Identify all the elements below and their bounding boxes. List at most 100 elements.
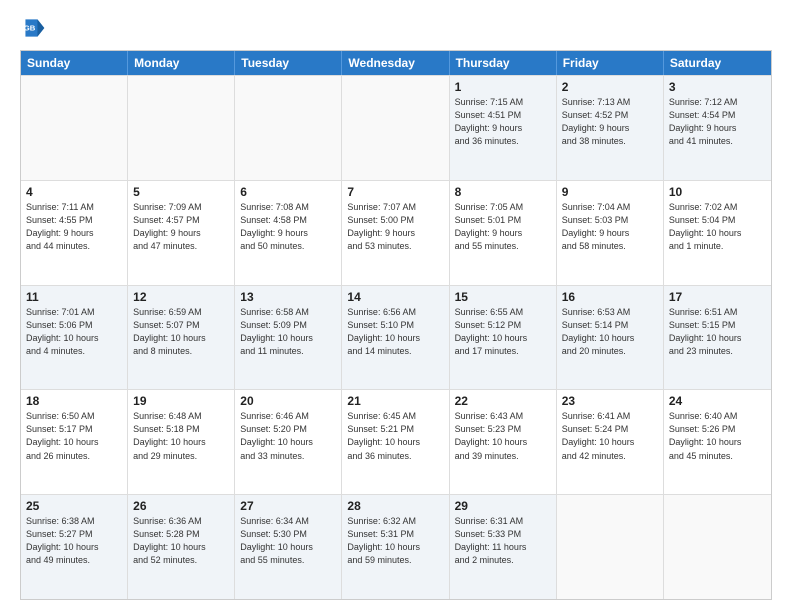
day-info: Sunrise: 6:58 AM Sunset: 5:09 PM Dayligh… [240,306,336,358]
calendar-header-cell: Friday [557,51,664,75]
calendar-cell: 13 Sunrise: 6:58 AM Sunset: 5:09 PM Dayli… [235,286,342,390]
day-number: 18 [26,394,122,408]
day-number: 24 [669,394,766,408]
day-number: 20 [240,394,336,408]
calendar-row: 25Sunrise: 6:38 AM Sunset: 5:27 PM Dayli… [21,494,771,599]
calendar-cell: 17 Sunrise: 6:51 AM Sunset: 5:15 PM Dayli… [664,286,771,390]
day-info: Sunrise: 6:46 AM Sunset: 5:20 PM Dayligh… [240,410,336,462]
calendar-cell [128,76,235,180]
calendar-cell: 25Sunrise: 6:38 AM Sunset: 5:27 PM Dayli… [21,495,128,599]
day-number: 23 [562,394,658,408]
day-info: Sunrise: 7:05 AM Sunset: 5:01 PM Dayligh… [455,201,551,253]
day-info: Sunrise: 6:55 AM Sunset: 5:12 PM Dayligh… [455,306,551,358]
calendar-header: SundayMondayTuesdayWednesdayThursdayFrid… [21,51,771,75]
calendar-cell: 21 Sunrise: 6:45 AM Sunset: 5:21 PM Dayli… [342,390,449,494]
day-info: Sunrise: 7:02 AM Sunset: 5:04 PM Dayligh… [669,201,766,253]
day-info: Sunrise: 7:09 AM Sunset: 4:57 PM Dayligh… [133,201,229,253]
calendar-cell: 14 Sunrise: 6:56 AM Sunset: 5:10 PM Dayli… [342,286,449,390]
day-number: 15 [455,290,551,304]
day-info: Sunrise: 6:43 AM Sunset: 5:23 PM Dayligh… [455,410,551,462]
day-info: Sunrise: 6:56 AM Sunset: 5:10 PM Dayligh… [347,306,443,358]
day-info: Sunrise: 6:59 AM Sunset: 5:07 PM Dayligh… [133,306,229,358]
day-number: 21 [347,394,443,408]
day-info: Sunrise: 6:51 AM Sunset: 5:15 PM Dayligh… [669,306,766,358]
day-info: Sunrise: 7:11 AM Sunset: 4:55 PM Dayligh… [26,201,122,253]
calendar-header-cell: Tuesday [235,51,342,75]
day-number: 17 [669,290,766,304]
day-info: Sunrise: 6:34 AM Sunset: 5:30 PM Dayligh… [240,515,336,567]
calendar-cell: 7 Sunrise: 7:07 AM Sunset: 5:00 PM Daylig… [342,181,449,285]
day-number: 4 [26,185,122,199]
calendar-cell: 2 Sunrise: 7:13 AM Sunset: 4:52 PM Daylig… [557,76,664,180]
calendar-cell: 5 Sunrise: 7:09 AM Sunset: 4:57 PM Daylig… [128,181,235,285]
calendar-row: 4 Sunrise: 7:11 AM Sunset: 4:55 PM Daylig… [21,180,771,285]
day-info: Sunrise: 6:48 AM Sunset: 5:18 PM Dayligh… [133,410,229,462]
day-number: 14 [347,290,443,304]
day-info: Sunrise: 6:32 AM Sunset: 5:31 PM Dayligh… [347,515,443,567]
calendar-header-cell: Monday [128,51,235,75]
day-number: 7 [347,185,443,199]
logo-icon: GB [20,16,48,40]
calendar-cell: 1 Sunrise: 7:15 AM Sunset: 4:51 PM Daylig… [450,76,557,180]
calendar-cell: 4 Sunrise: 7:11 AM Sunset: 4:55 PM Daylig… [21,181,128,285]
page-header: GB [20,16,772,40]
calendar-cell: 28 Sunrise: 6:32 AM Sunset: 5:31 PM Dayli… [342,495,449,599]
day-info: Sunrise: 6:53 AM Sunset: 5:14 PM Dayligh… [562,306,658,358]
calendar-cell: 10Sunrise: 7:02 AM Sunset: 5:04 PM Dayli… [664,181,771,285]
day-info: Sunrise: 6:45 AM Sunset: 5:21 PM Dayligh… [347,410,443,462]
day-info: Sunrise: 6:38 AM Sunset: 5:27 PM Dayligh… [26,515,122,567]
calendar-cell: 23Sunrise: 6:41 AM Sunset: 5:24 PM Dayli… [557,390,664,494]
day-info: Sunrise: 7:01 AM Sunset: 5:06 PM Dayligh… [26,306,122,358]
calendar-cell: 24 Sunrise: 6:40 AM Sunset: 5:26 PM Dayli… [664,390,771,494]
calendar-header-cell: Thursday [450,51,557,75]
calendar: SundayMondayTuesdayWednesdayThursdayFrid… [20,50,772,600]
calendar-cell: 29 Sunrise: 6:31 AM Sunset: 5:33 PM Dayli… [450,495,557,599]
calendar-cell [342,76,449,180]
calendar-header-cell: Wednesday [342,51,449,75]
calendar-cell: 18 Sunrise: 6:50 AM Sunset: 5:17 PM Dayli… [21,390,128,494]
calendar-cell: 27Sunrise: 6:34 AM Sunset: 5:30 PM Dayli… [235,495,342,599]
day-info: Sunrise: 7:07 AM Sunset: 5:00 PM Dayligh… [347,201,443,253]
day-number: 6 [240,185,336,199]
day-number: 13 [240,290,336,304]
day-number: 1 [455,80,551,94]
calendar-header-cell: Sunday [21,51,128,75]
calendar-cell: 26 Sunrise: 6:36 AM Sunset: 5:28 PM Dayli… [128,495,235,599]
day-number: 29 [455,499,551,513]
day-number: 22 [455,394,551,408]
day-number: 2 [562,80,658,94]
day-info: Sunrise: 7:08 AM Sunset: 4:58 PM Dayligh… [240,201,336,253]
calendar-cell: 20 Sunrise: 6:46 AM Sunset: 5:20 PM Dayli… [235,390,342,494]
day-number: 5 [133,185,229,199]
calendar-cell: 11Sunrise: 7:01 AM Sunset: 5:06 PM Dayli… [21,286,128,390]
day-info: Sunrise: 7:15 AM Sunset: 4:51 PM Dayligh… [455,96,551,148]
day-number: 28 [347,499,443,513]
calendar-body: 1 Sunrise: 7:15 AM Sunset: 4:51 PM Daylig… [21,75,771,599]
day-info: Sunrise: 6:31 AM Sunset: 5:33 PM Dayligh… [455,515,551,567]
day-info: Sunrise: 7:13 AM Sunset: 4:52 PM Dayligh… [562,96,658,148]
calendar-cell: 9 Sunrise: 7:04 AM Sunset: 5:03 PM Daylig… [557,181,664,285]
svg-text:GB: GB [24,24,36,33]
day-number: 8 [455,185,551,199]
calendar-cell: 6 Sunrise: 7:08 AM Sunset: 4:58 PM Daylig… [235,181,342,285]
calendar-cell [557,495,664,599]
calendar-cell: 8 Sunrise: 7:05 AM Sunset: 5:01 PM Daylig… [450,181,557,285]
day-info: Sunrise: 6:50 AM Sunset: 5:17 PM Dayligh… [26,410,122,462]
calendar-header-cell: Saturday [664,51,771,75]
day-info: Sunrise: 6:40 AM Sunset: 5:26 PM Dayligh… [669,410,766,462]
calendar-cell [21,76,128,180]
day-number: 19 [133,394,229,408]
day-number: 9 [562,185,658,199]
calendar-cell: 12Sunrise: 6:59 AM Sunset: 5:07 PM Dayli… [128,286,235,390]
calendar-cell: 15 Sunrise: 6:55 AM Sunset: 5:12 PM Dayli… [450,286,557,390]
calendar-cell [664,495,771,599]
calendar-row: 11Sunrise: 7:01 AM Sunset: 5:06 PM Dayli… [21,285,771,390]
day-info: Sunrise: 6:36 AM Sunset: 5:28 PM Dayligh… [133,515,229,567]
calendar-cell: 3Sunrise: 7:12 AM Sunset: 4:54 PM Daylig… [664,76,771,180]
calendar-cell: 16 Sunrise: 6:53 AM Sunset: 5:14 PM Dayli… [557,286,664,390]
day-number: 16 [562,290,658,304]
calendar-cell: 22 Sunrise: 6:43 AM Sunset: 5:23 PM Dayli… [450,390,557,494]
day-info: Sunrise: 7:04 AM Sunset: 5:03 PM Dayligh… [562,201,658,253]
calendar-row: 1 Sunrise: 7:15 AM Sunset: 4:51 PM Daylig… [21,75,771,180]
day-number: 26 [133,499,229,513]
